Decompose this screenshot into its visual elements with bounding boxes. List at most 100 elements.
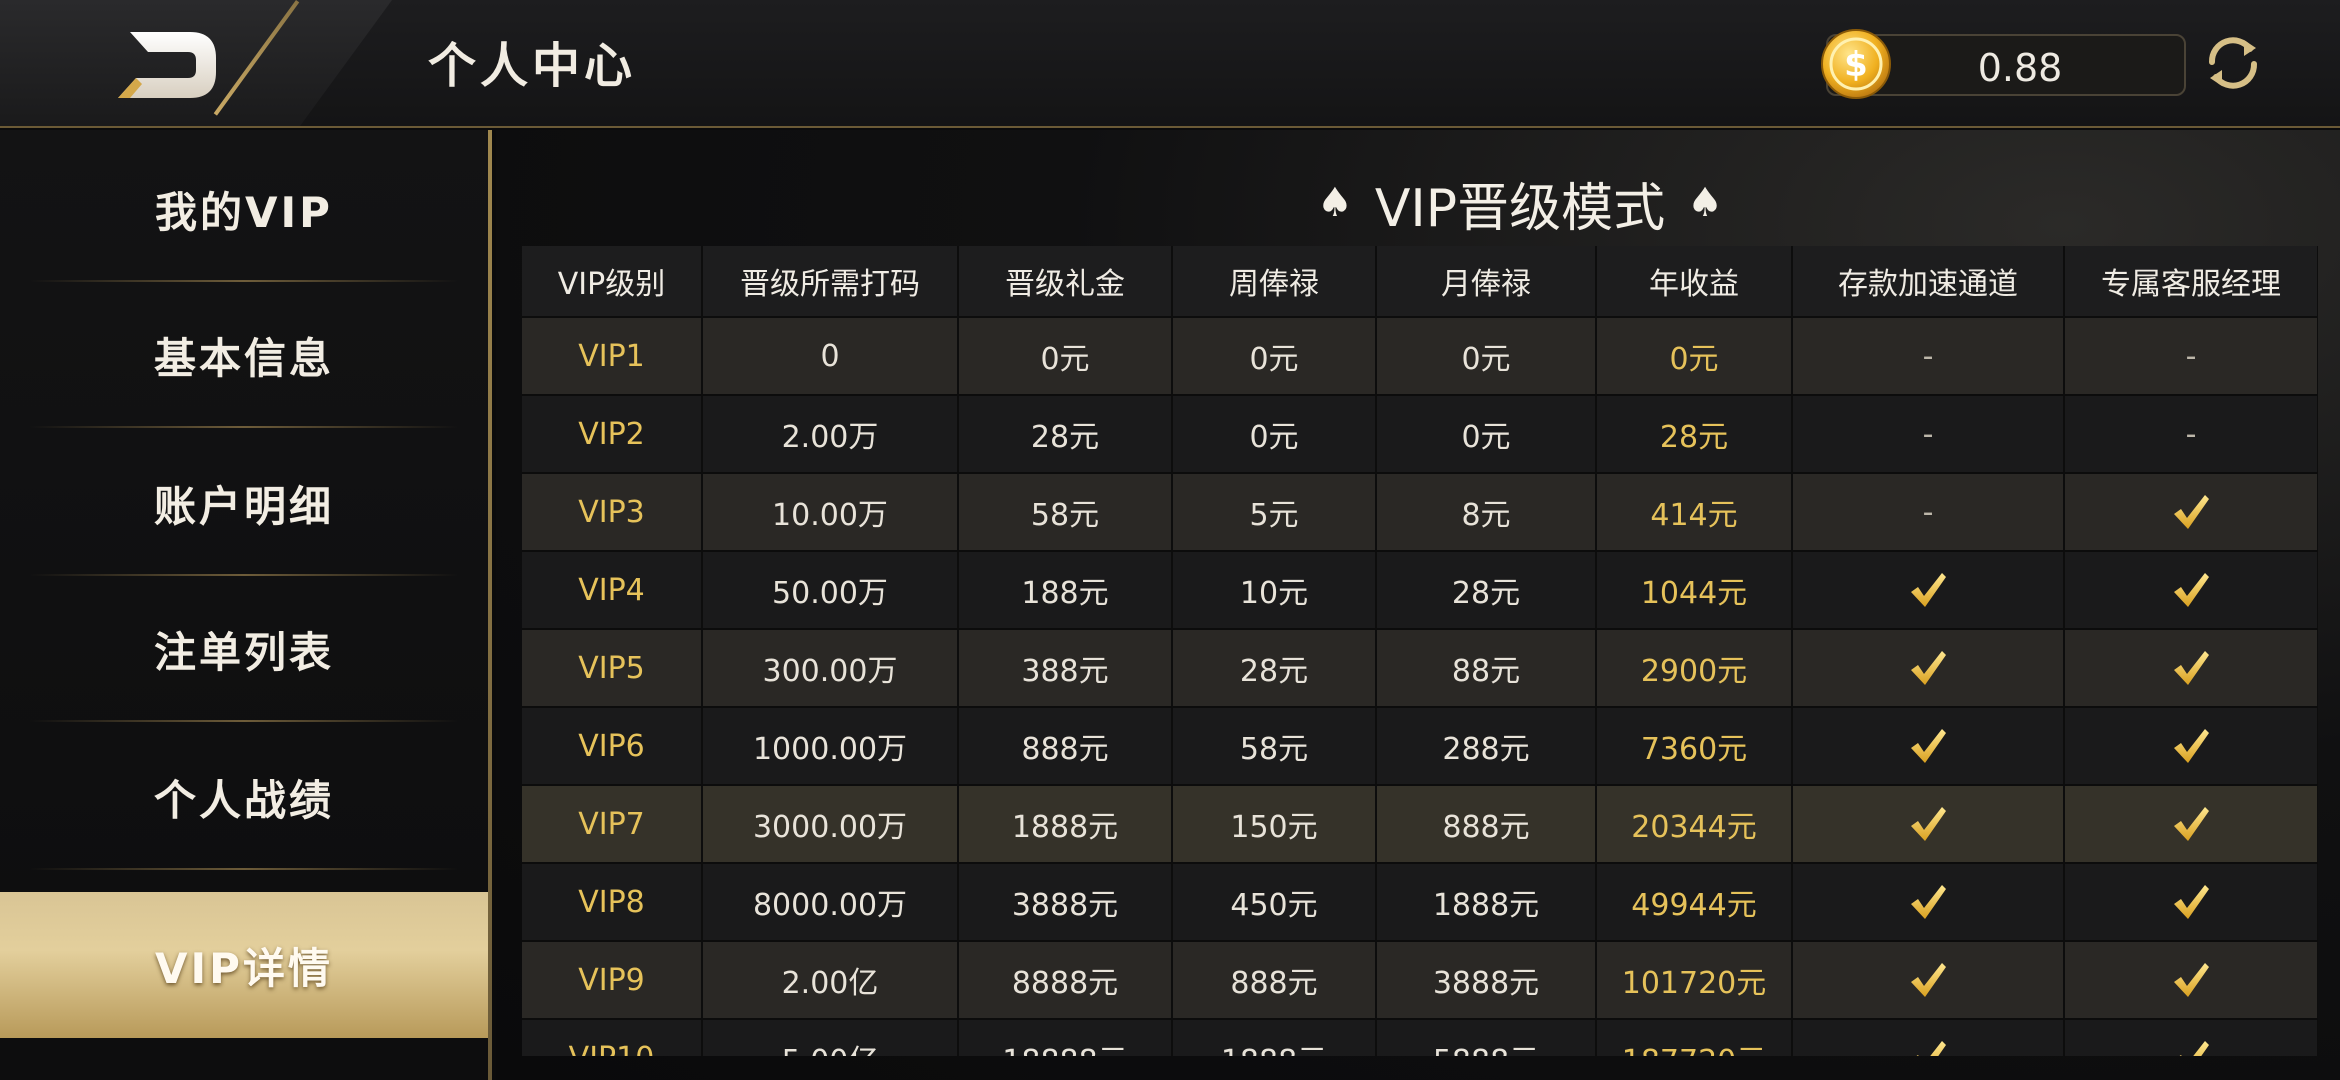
sidebar-item-label: VIP详情 xyxy=(155,943,333,993)
refresh-icon xyxy=(2208,37,2258,89)
table-cell: 888元 xyxy=(1172,941,1377,1020)
back-button[interactable] xyxy=(112,26,224,102)
sidebar-item-label: 账户明细 xyxy=(153,481,334,531)
page-title: 个人中心 xyxy=(428,38,637,94)
sidebar-item-personal-record[interactable]: 个人战绩 xyxy=(0,724,488,870)
sidebar-item-my-vip[interactable]: 我的VIP xyxy=(0,136,488,282)
column-header: 专属客服经理 xyxy=(2064,246,2318,318)
column-header: 晋级礼金 xyxy=(958,246,1173,318)
table-cell: 10元 xyxy=(1172,551,1377,630)
table-cell: 450元 xyxy=(1172,863,1377,942)
table-cell: 8000.00万 xyxy=(702,863,959,942)
table-cell: 150元 xyxy=(1172,785,1377,864)
check-cell xyxy=(1792,707,2065,786)
table-row: VIP3 10.00万 58元 5元 8元 414元 - xyxy=(522,473,2318,552)
check-cell xyxy=(2064,551,2318,630)
gold-coin-icon: $ xyxy=(1818,26,1894,102)
dash-cell: - xyxy=(2064,317,2318,396)
sidebar-item-vip-details[interactable]: VIP详情 xyxy=(0,892,488,1038)
table-cell: 5888元 xyxy=(1376,1019,1597,1056)
table-cell: 2.00万 xyxy=(702,395,959,474)
sidebar-item-bet-list[interactable]: 注单列表 xyxy=(0,576,488,722)
table-cell: VIP10 xyxy=(522,1019,703,1056)
spade-icon: ♠ xyxy=(1687,180,1723,226)
table-row: VIP8 8000.00万 3888元 450元 1888元 49944元 xyxy=(522,863,2318,942)
check-cell xyxy=(2064,473,2318,552)
table-row: VIP9 2.00亿 8888元 888元 3888元 101720元 xyxy=(522,941,2318,1020)
table-cell: VIP4 xyxy=(522,551,703,630)
table-cell: 3000.00万 xyxy=(702,785,959,864)
table-cell: VIP7 xyxy=(522,785,703,864)
spade-icon: ♠ xyxy=(1317,180,1353,226)
table-cell: 28元 xyxy=(958,395,1173,474)
table-row: VIP105.00亿18888元1888元5888元187720元 xyxy=(522,1019,2318,1056)
table-cell: 58元 xyxy=(1172,707,1377,786)
table-cell: 1044元 xyxy=(1596,551,1793,630)
check-cell xyxy=(1792,863,2065,942)
dash-cell: - xyxy=(1792,473,2065,552)
gold-check-icon xyxy=(1911,651,1946,685)
check-cell xyxy=(2064,863,2318,942)
table-cell: 414元 xyxy=(1596,473,1793,552)
table-cell: 1888元 xyxy=(958,785,1173,864)
section-header: ♠ VIP晋级模式 ♠ xyxy=(1200,168,1840,239)
table-cell: 101720元 xyxy=(1596,941,1793,1020)
table-cell: 58元 xyxy=(958,473,1173,552)
check-cell xyxy=(1792,941,2065,1020)
table-cell: 20344元 xyxy=(1596,785,1793,864)
gold-check-icon xyxy=(1911,963,1946,997)
table-cell: 0元 xyxy=(1376,395,1597,474)
gold-check-icon xyxy=(2174,495,2209,529)
table-cell: 888元 xyxy=(1376,785,1597,864)
table-cell: 1888元 xyxy=(1376,863,1597,942)
check-cell xyxy=(2064,941,2318,1020)
gold-check-icon xyxy=(1911,729,1946,763)
table-cell: 1000.00万 xyxy=(702,707,959,786)
check-cell xyxy=(2064,1019,2318,1056)
table-cell: 2900元 xyxy=(1596,629,1793,708)
gold-check-icon xyxy=(1916,1041,1946,1056)
table-cell: 188元 xyxy=(958,551,1173,630)
check-cell xyxy=(2064,707,2318,786)
column-header: 周俸禄 xyxy=(1172,246,1377,318)
check-cell xyxy=(2064,629,2318,708)
gold-check-icon xyxy=(2174,729,2209,763)
table-header-row: VIP级别 晋级所需打码 晋级礼金 周俸禄 月俸禄 年收益 存款加速通道 专属客… xyxy=(522,246,2318,318)
table-cell: VIP8 xyxy=(522,863,703,942)
dash-cell: - xyxy=(2064,395,2318,474)
table-cell: 5元 xyxy=(1172,473,1377,552)
gold-check-icon xyxy=(2174,573,2209,607)
check-cell xyxy=(1792,551,2065,630)
table-cell: 49944元 xyxy=(1596,863,1793,942)
table-cell: 7360元 xyxy=(1596,707,1793,786)
svg-text:$: $ xyxy=(1844,45,1868,85)
table-cell: VIP3 xyxy=(522,473,703,552)
gold-check-icon xyxy=(2174,651,2209,685)
gold-check-icon xyxy=(2174,807,2209,841)
refresh-button[interactable] xyxy=(2200,30,2266,96)
table-cell: 8元 xyxy=(1376,473,1597,552)
table-cell: 300.00万 xyxy=(702,629,959,708)
section-title: VIP晋级模式 xyxy=(1374,178,1666,239)
table-cell: 18888元 xyxy=(958,1019,1173,1056)
check-cell xyxy=(1792,629,2065,708)
table-row: VIP7 3000.00万 1888元 150元 888元 20344元 xyxy=(522,785,2318,864)
table-cell: 0元 xyxy=(1172,395,1377,474)
sidebar-item-label: 注单列表 xyxy=(153,627,334,677)
table-cell: 3888元 xyxy=(1376,941,1597,1020)
table-row: VIP1 0 0元 0元 0元 0元 - - xyxy=(522,317,2318,396)
table-cell: 888元 xyxy=(958,707,1173,786)
gold-check-icon xyxy=(1911,807,1946,841)
table-body: VIP1 0 0元 0元 0元 0元 - - VIP2 2.00万 28元 0元 0元 28元 - - VIP3… xyxy=(522,317,2318,1056)
table-cell: 88元 xyxy=(1376,629,1597,708)
sidebar-item-basic-info[interactable]: 基本信息 xyxy=(0,282,488,428)
table-cell: 8888元 xyxy=(958,941,1173,1020)
dash-cell: - xyxy=(1792,395,2065,474)
check-cell xyxy=(1792,1019,2065,1056)
sidebar-item-label: 个人战绩 xyxy=(153,775,334,825)
column-header: 年收益 xyxy=(1596,246,1793,318)
table-cell: 28元 xyxy=(1376,551,1597,630)
vip-table-container[interactable]: VIP级别 晋级所需打码 晋级礼金 周俸禄 月俸禄 年收益 存款加速通道 专属客… xyxy=(522,246,2318,1056)
table-cell: 0元 xyxy=(1376,317,1597,396)
sidebar-item-account-details[interactable]: 账户明细 xyxy=(0,430,488,576)
